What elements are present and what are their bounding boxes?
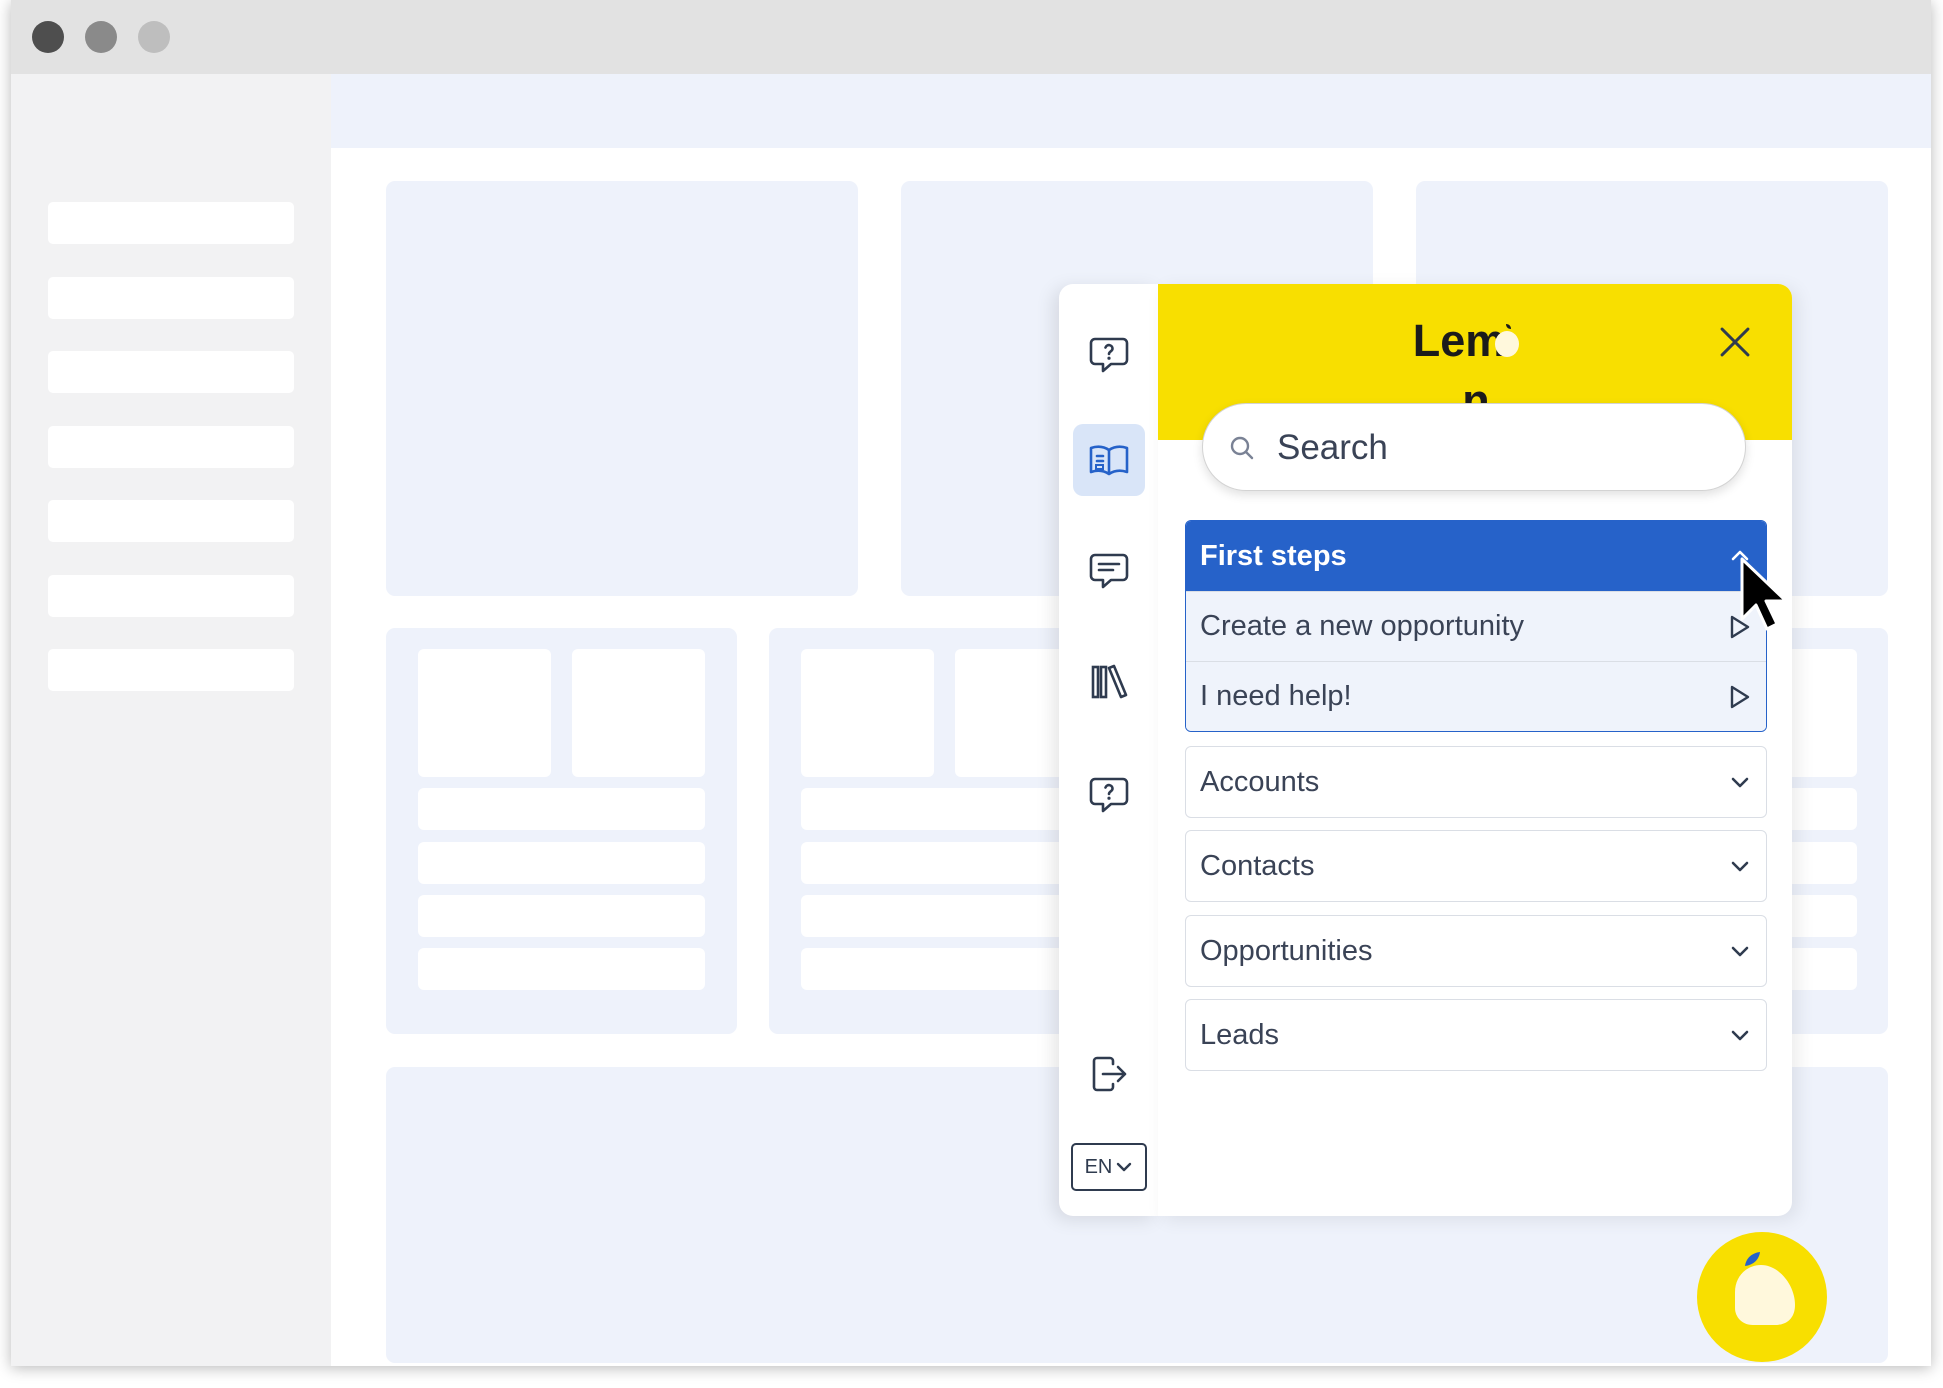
rail-library-button[interactable] bbox=[1073, 646, 1145, 718]
question-chat-icon bbox=[1089, 337, 1129, 373]
placeholder-line bbox=[418, 788, 705, 830]
placeholder-line bbox=[801, 788, 1088, 830]
placeholder-line bbox=[801, 948, 1088, 990]
close-button[interactable] bbox=[1713, 320, 1757, 364]
section-contacts: Contacts bbox=[1185, 830, 1767, 902]
window-titlebar bbox=[11, 0, 1931, 74]
rail-logout-button[interactable] bbox=[1073, 1038, 1145, 1110]
sidebar-placeholder-item bbox=[48, 277, 294, 319]
chevron-down-icon bbox=[1731, 1030, 1749, 1041]
placeholder-line bbox=[418, 895, 705, 937]
lemon-icon bbox=[1735, 1252, 1795, 1325]
rail-chat-button[interactable] bbox=[1073, 534, 1145, 606]
rail-help-button[interactable] bbox=[1073, 318, 1145, 390]
sidebar-placeholder-item bbox=[48, 575, 294, 617]
book-icon bbox=[1089, 445, 1129, 476]
placeholder-card bbox=[386, 181, 858, 596]
lemon-icon bbox=[1495, 324, 1519, 357]
section-title: First steps bbox=[1200, 539, 1347, 572]
search-icon bbox=[1230, 436, 1254, 460]
app-header-placeholder bbox=[331, 74, 1931, 148]
mouse-pointer-icon bbox=[1740, 557, 1788, 631]
search-input[interactable] bbox=[1275, 418, 1709, 478]
sidebar-placeholder-item bbox=[48, 202, 294, 244]
section-header[interactable]: Opportunities bbox=[1186, 916, 1766, 986]
help-widget-rail: EN bbox=[1059, 284, 1159, 1216]
section-opportunities: Opportunities bbox=[1185, 915, 1767, 987]
question-chat-icon bbox=[1089, 777, 1129, 813]
help-widget-panel: Lemn First steps Create a new oppo bbox=[1158, 284, 1792, 1216]
rail-faq-button[interactable] bbox=[1073, 758, 1145, 830]
section-item[interactable]: Create a new opportunity bbox=[1186, 591, 1766, 661]
section-accounts: Accounts bbox=[1185, 746, 1767, 818]
section-item-label: Create a new opportunity bbox=[1200, 610, 1525, 642]
play-icon bbox=[1730, 685, 1750, 708]
placeholder-card bbox=[386, 628, 737, 1034]
logo-text-left: Lem bbox=[1412, 315, 1506, 366]
sidebar-placeholder-item bbox=[48, 649, 294, 691]
section-item-label: I need help! bbox=[1200, 680, 1352, 712]
placeholder-line bbox=[418, 948, 705, 990]
chevron-down-icon bbox=[1731, 777, 1749, 788]
section-header[interactable]: Leads bbox=[1186, 1000, 1766, 1070]
language-label: EN bbox=[1084, 1155, 1113, 1178]
placeholder-line bbox=[801, 895, 1088, 937]
section-first-steps: First steps Create a new opportunity I n… bbox=[1185, 520, 1767, 732]
placeholder-line bbox=[418, 842, 705, 884]
section-title: Contacts bbox=[1200, 849, 1315, 882]
section-title: Accounts bbox=[1200, 765, 1320, 798]
section-header[interactable]: First steps bbox=[1186, 521, 1766, 591]
sidebar-placeholder-item bbox=[48, 500, 294, 542]
lemon-logo: Lemn bbox=[1401, 311, 1551, 426]
section-item[interactable]: I need help! bbox=[1186, 661, 1766, 731]
minimize-window-dot[interactable] bbox=[85, 21, 117, 53]
section-header[interactable]: Accounts bbox=[1186, 747, 1766, 817]
placeholder-tile bbox=[418, 649, 551, 777]
chevron-down-icon bbox=[1731, 861, 1749, 872]
sidebar-placeholder-item bbox=[48, 351, 294, 393]
rail-knowledge-base-button[interactable] bbox=[1073, 424, 1145, 496]
placeholder-line bbox=[801, 842, 1088, 884]
sidebar-placeholder-item bbox=[48, 426, 294, 468]
close-window-dot[interactable] bbox=[32, 21, 64, 53]
lemon-launcher-button[interactable] bbox=[1697, 1232, 1827, 1362]
close-icon bbox=[1720, 327, 1750, 357]
section-header[interactable]: Contacts bbox=[1186, 831, 1766, 901]
section-leads: Leads bbox=[1185, 999, 1767, 1071]
library-icon bbox=[1091, 664, 1128, 699]
app-sidebar bbox=[11, 74, 331, 1366]
chevron-down-icon bbox=[1117, 1162, 1132, 1172]
section-title: Leads bbox=[1200, 1018, 1280, 1051]
logout-icon bbox=[1092, 1056, 1127, 1092]
chevron-down-icon bbox=[1731, 946, 1749, 957]
message-icon bbox=[1089, 553, 1129, 589]
language-select[interactable]: EN bbox=[1071, 1143, 1147, 1191]
maximize-window-dot[interactable] bbox=[138, 21, 170, 53]
placeholder-tile bbox=[572, 649, 705, 777]
search-box bbox=[1202, 403, 1746, 491]
section-title: Opportunities bbox=[1200, 934, 1373, 967]
placeholder-tile bbox=[801, 649, 934, 777]
